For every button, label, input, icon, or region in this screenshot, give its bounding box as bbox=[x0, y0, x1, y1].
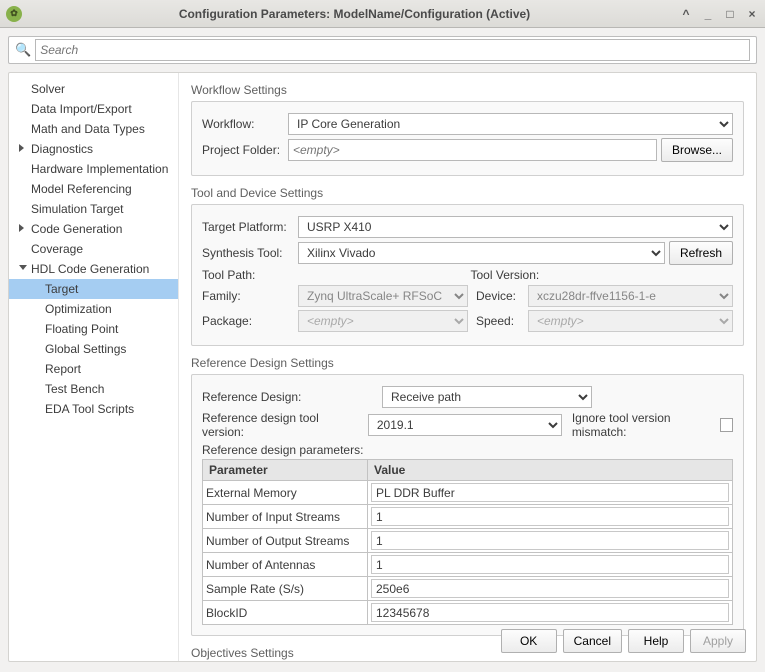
table-row: Number of Antennas bbox=[203, 553, 733, 577]
apply-button[interactable]: Apply bbox=[690, 629, 746, 653]
col-parameter: Parameter bbox=[203, 460, 368, 481]
col-value: Value bbox=[368, 460, 733, 481]
sidebar-item-hdl-code-generation[interactable]: HDL Code Generation bbox=[9, 259, 178, 279]
param-name: Number of Output Streams bbox=[203, 529, 368, 553]
table-row: Number of Output Streams bbox=[203, 529, 733, 553]
speed-select: <empty> bbox=[528, 310, 733, 332]
content-area: Workflow Settings Workflow: IP Core Gene… bbox=[179, 73, 756, 661]
sidebar-item-global-settings[interactable]: Global Settings bbox=[9, 339, 178, 359]
close-button[interactable]: × bbox=[745, 7, 759, 21]
sidebar-item-target[interactable]: Target bbox=[9, 279, 178, 299]
workflow-section-title: Workflow Settings bbox=[191, 83, 744, 97]
sidebar-item-hardware-implementation[interactable]: Hardware Implementation bbox=[9, 159, 178, 179]
target-platform-label: Target Platform: bbox=[202, 220, 294, 234]
param-name: External Memory bbox=[203, 481, 368, 505]
help-button[interactable]: Help bbox=[628, 629, 684, 653]
ignore-mismatch-checkbox[interactable] bbox=[720, 418, 733, 432]
cancel-button[interactable]: Cancel bbox=[563, 629, 622, 653]
search-bar[interactable]: 🔍 bbox=[8, 36, 757, 64]
package-select: <empty> bbox=[298, 310, 468, 332]
param-value-input[interactable] bbox=[371, 603, 729, 622]
table-row: Sample Rate (S/s) bbox=[203, 577, 733, 601]
window-menu-button[interactable]: ^ bbox=[679, 7, 693, 21]
dialog-button-bar: OK Cancel Help Apply bbox=[501, 629, 746, 653]
sidebar-item-model-referencing[interactable]: Model Referencing bbox=[9, 179, 178, 199]
family-select: Zynq UltraScale+ RFSoC bbox=[298, 285, 468, 307]
sidebar-item-eda-tool-scripts[interactable]: EDA Tool Scripts bbox=[9, 399, 178, 419]
sidebar-item-solver[interactable]: Solver bbox=[9, 79, 178, 99]
sidebar-item-report[interactable]: Report bbox=[9, 359, 178, 379]
sidebar: SolverData Import/ExportMath and Data Ty… bbox=[9, 73, 179, 661]
refdesign-section-title: Reference Design Settings bbox=[191, 356, 744, 370]
tool-path-label: Tool Path: bbox=[202, 268, 294, 282]
param-value-input[interactable] bbox=[371, 531, 729, 550]
ref-params-table: Parameter Value External MemoryNumber of… bbox=[202, 459, 733, 625]
family-label: Family: bbox=[202, 289, 294, 303]
minimize-button[interactable]: _ bbox=[701, 7, 715, 21]
sidebar-item-coverage[interactable]: Coverage bbox=[9, 239, 178, 259]
param-value-input[interactable] bbox=[371, 555, 729, 574]
ref-tool-ver-select[interactable]: 2019.1 bbox=[368, 414, 562, 436]
sidebar-item-math-and-data-types[interactable]: Math and Data Types bbox=[9, 119, 178, 139]
sidebar-item-data-import-export[interactable]: Data Import/Export bbox=[9, 99, 178, 119]
param-name: Number of Input Streams bbox=[203, 505, 368, 529]
tool-version-label: Tool Version: bbox=[471, 268, 561, 282]
browse-button[interactable]: Browse... bbox=[661, 138, 733, 162]
synthesis-tool-select[interactable]: Xilinx Vivado bbox=[298, 242, 665, 264]
workflow-panel: Workflow: IP Core Generation Project Fol… bbox=[191, 101, 744, 176]
app-icon: ✿ bbox=[6, 6, 22, 22]
project-folder-label: Project Folder: bbox=[202, 143, 284, 157]
sidebar-item-test-bench[interactable]: Test Bench bbox=[9, 379, 178, 399]
search-input[interactable] bbox=[35, 39, 750, 61]
table-row: BlockID bbox=[203, 601, 733, 625]
param-name: Number of Antennas bbox=[203, 553, 368, 577]
sidebar-item-floating-point[interactable]: Floating Point bbox=[9, 319, 178, 339]
param-value-input[interactable] bbox=[371, 579, 729, 598]
target-platform-select[interactable]: USRP X410 bbox=[298, 216, 733, 238]
ok-button[interactable]: OK bbox=[501, 629, 557, 653]
device-select: xczu28dr-ffve1156-1-e bbox=[528, 285, 733, 307]
param-value-input[interactable] bbox=[371, 483, 729, 502]
titlebar: ✿ Configuration Parameters: ModelName/Co… bbox=[0, 0, 765, 28]
project-folder-input[interactable] bbox=[288, 139, 657, 161]
speed-label: Speed: bbox=[476, 314, 524, 328]
refresh-button[interactable]: Refresh bbox=[669, 241, 733, 265]
sidebar-item-code-generation[interactable]: Code Generation bbox=[9, 219, 178, 239]
param-value-input[interactable] bbox=[371, 507, 729, 526]
maximize-button[interactable]: □ bbox=[723, 7, 737, 21]
ref-design-label: Reference Design: bbox=[202, 390, 378, 404]
ref-design-select[interactable]: Receive path bbox=[382, 386, 592, 408]
workflow-select[interactable]: IP Core Generation bbox=[288, 113, 733, 135]
search-icon: 🔍 bbox=[15, 42, 31, 58]
synthesis-tool-label: Synthesis Tool: bbox=[202, 246, 294, 260]
window-title: Configuration Parameters: ModelName/Conf… bbox=[30, 7, 679, 21]
package-label: Package: bbox=[202, 314, 294, 328]
tool-panel: Target Platform: USRP X410 Synthesis Too… bbox=[191, 204, 744, 346]
table-row: Number of Input Streams bbox=[203, 505, 733, 529]
refdesign-panel: Reference Design: Receive path Reference… bbox=[191, 374, 744, 636]
table-row: External Memory bbox=[203, 481, 733, 505]
sidebar-item-optimization[interactable]: Optimization bbox=[9, 299, 178, 319]
sidebar-item-diagnostics[interactable]: Diagnostics bbox=[9, 139, 178, 159]
tool-section-title: Tool and Device Settings bbox=[191, 186, 744, 200]
workflow-label: Workflow: bbox=[202, 117, 284, 131]
param-name: BlockID bbox=[203, 601, 368, 625]
ignore-mismatch-label: Ignore tool version mismatch: bbox=[572, 411, 716, 439]
param-name: Sample Rate (S/s) bbox=[203, 577, 368, 601]
ref-params-header: Reference design parameters: bbox=[202, 443, 733, 457]
device-label: Device: bbox=[476, 289, 524, 303]
sidebar-item-simulation-target[interactable]: Simulation Target bbox=[9, 199, 178, 219]
ref-tool-ver-label: Reference design tool version: bbox=[202, 411, 364, 439]
